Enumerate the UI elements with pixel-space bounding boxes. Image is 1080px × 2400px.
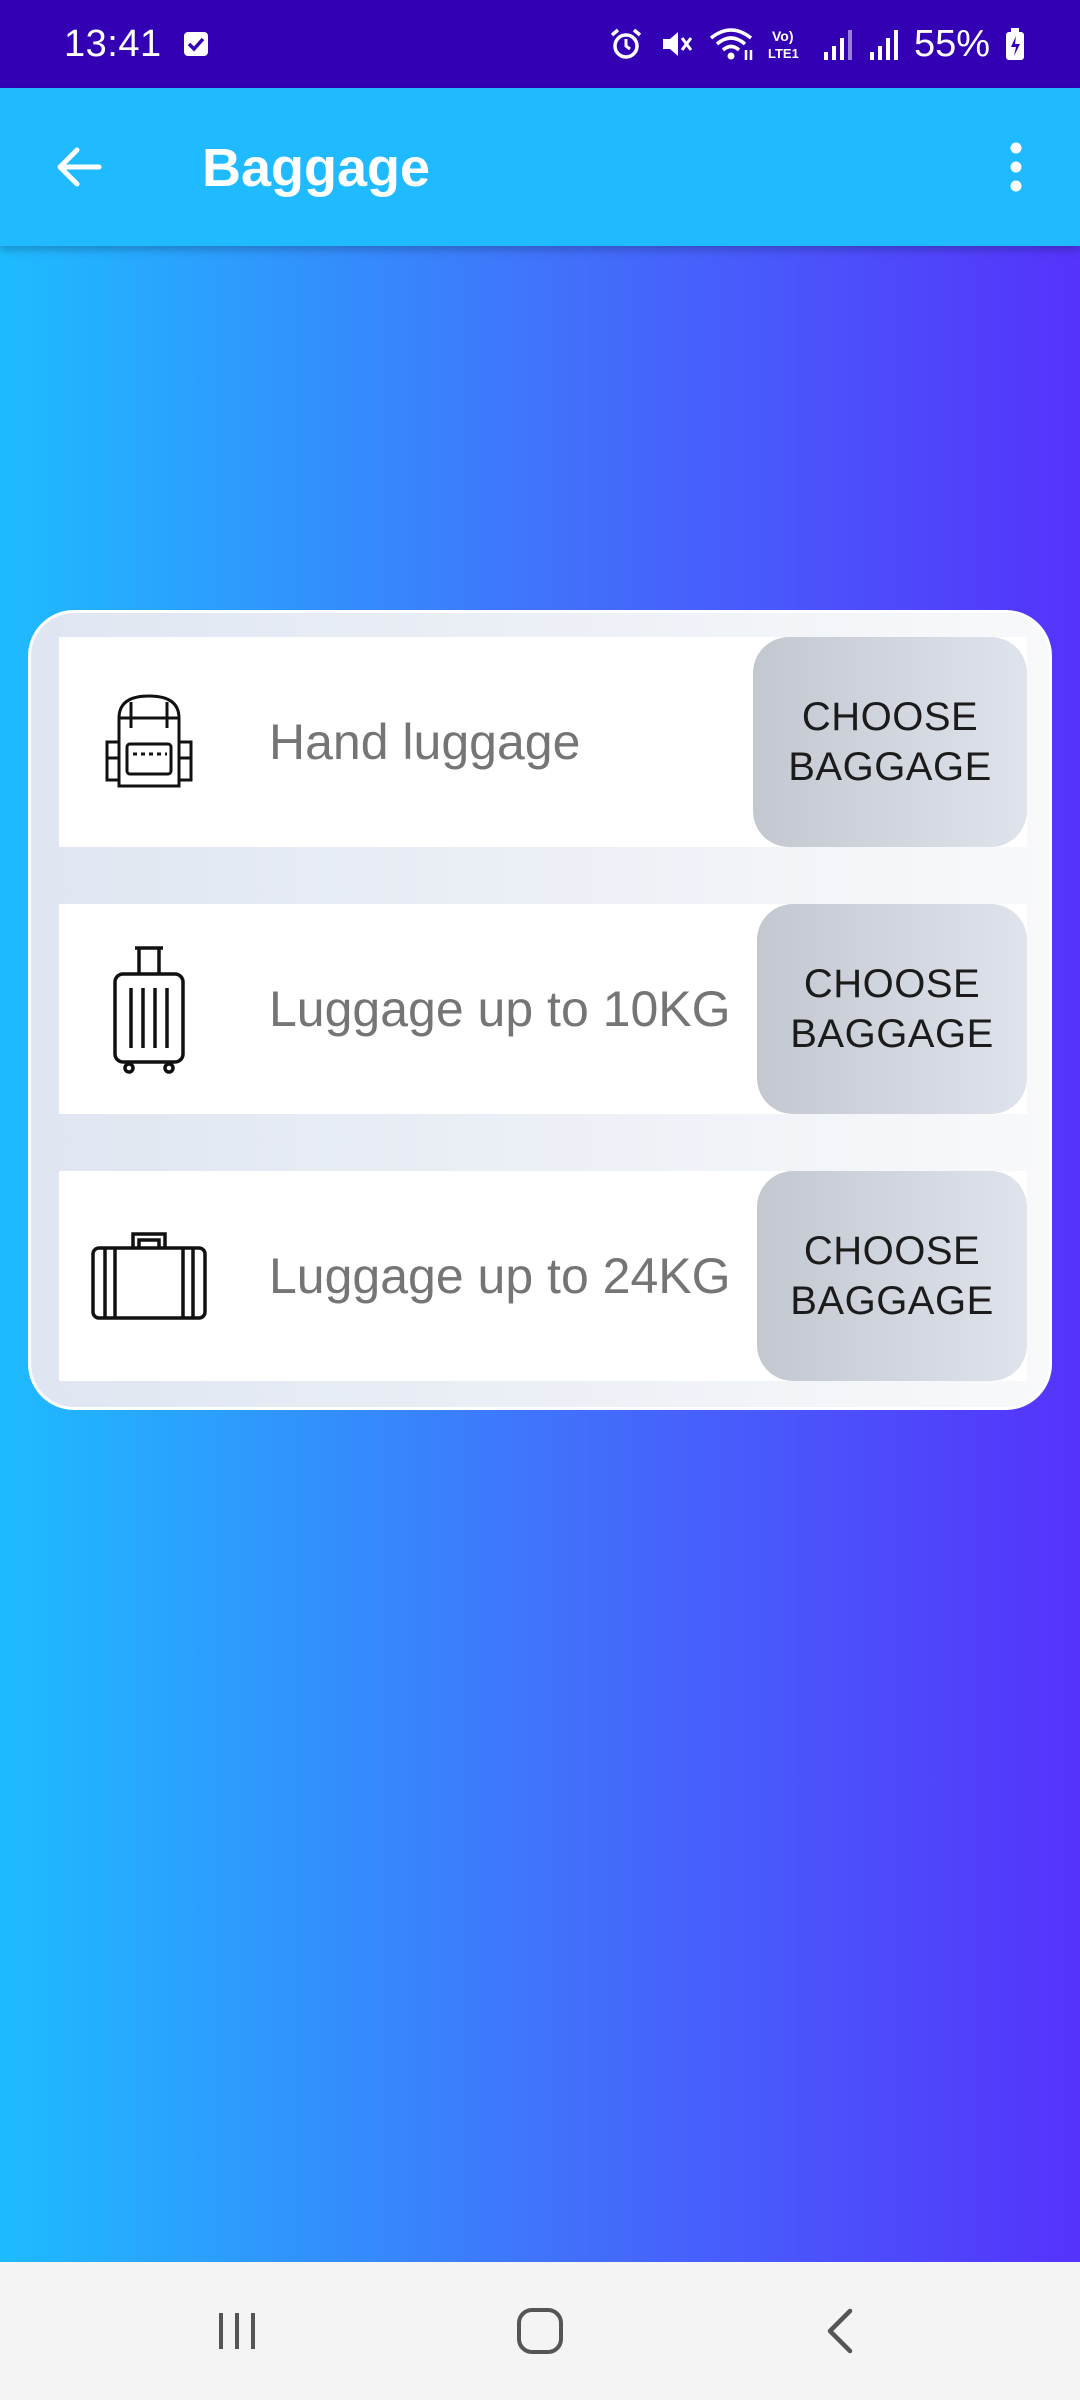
backpack-icon (89, 682, 209, 802)
baggage-option-hand: Hand luggage CHOOSE BAGGAGE (59, 637, 1027, 847)
home-icon (517, 2308, 563, 2354)
baggage-option-label: Luggage up to 24KG (269, 1248, 731, 1304)
signal-icon (868, 26, 900, 62)
wifi-icon (708, 26, 754, 62)
system-nav-bar (0, 2262, 1080, 2400)
nav-back-button[interactable] (800, 2296, 880, 2366)
battery-charging-icon (1004, 26, 1026, 62)
nav-back-icon (827, 2308, 853, 2354)
back-button[interactable] (44, 132, 114, 202)
choose-baggage-button[interactable]: CHOOSE BAGGAGE (757, 1171, 1027, 1381)
home-button[interactable] (500, 2296, 580, 2366)
battery-percent: 55% (913, 22, 990, 65)
trolley-suitcase-icon (89, 946, 209, 1074)
svg-text:LTE1: LTE1 (768, 46, 799, 61)
baggage-option-label: Hand luggage (269, 714, 581, 770)
choose-baggage-button[interactable]: CHOOSE BAGGAGE (757, 904, 1027, 1114)
baggage-option-label: Luggage up to 10KG (269, 981, 731, 1037)
choose-baggage-button[interactable]: CHOOSE BAGGAGE (753, 637, 1027, 847)
signal-icon (822, 26, 854, 62)
page-title: Baggage (202, 138, 431, 198)
baggage-options-card: Hand luggage CHOOSE BAGGAGE Luggage up t… (28, 610, 1052, 1410)
status-time: 13:41 (64, 22, 162, 65)
baggage-option-24kg: Luggage up to 24KG CHOOSE BAGGAGE (59, 1171, 1027, 1381)
volte-icon: Vo) LTE1 (768, 26, 808, 62)
more-options-button[interactable] (986, 132, 1046, 202)
status-bar: 13:41 Vo) LTE1 55% (0, 0, 1080, 88)
mute-icon (658, 26, 694, 62)
recents-icon (219, 2313, 255, 2349)
svg-text:Vo): Vo) (772, 28, 794, 44)
suitcase-icon (89, 1216, 209, 1336)
app-bar: Baggage (0, 88, 1080, 246)
baggage-option-10kg: Luggage up to 10KG CHOOSE BAGGAGE (59, 904, 1027, 1114)
checkbox-icon (182, 30, 210, 58)
more-vert-icon (1010, 142, 1022, 192)
arrow-back-icon (57, 147, 102, 187)
baggage-screen: 13:41 Vo) LTE1 55% Baggage Hand luggage … (0, 0, 1080, 2400)
recents-button[interactable] (197, 2296, 277, 2366)
alarm-icon (608, 26, 644, 62)
